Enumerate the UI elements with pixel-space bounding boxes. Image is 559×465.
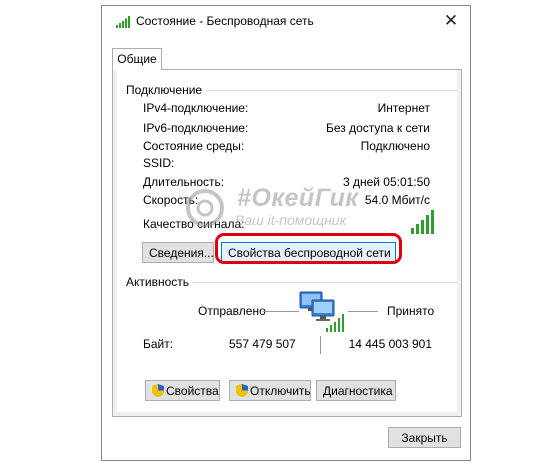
bytes-received-value: 14 445 003 901 — [348, 337, 432, 351]
properties-button-label: Свойства — [166, 384, 219, 398]
bytes-label: Байт: — [143, 337, 174, 351]
close-button[interactable]: Закрыть — [388, 427, 461, 448]
ipv4-value: Интернет — [377, 101, 430, 115]
tab-general[interactable]: Общие — [112, 48, 162, 70]
watermark-logo-icon — [186, 189, 224, 227]
media-state-value: Подключено — [360, 139, 430, 153]
window-title: Состояние - Беспроводная сеть — [136, 14, 314, 28]
diagnose-button[interactable]: Диагностика — [316, 380, 396, 401]
ipv4-label: IPv4-подключение: — [143, 101, 249, 115]
ipv6-label: IPv6-подключение: — [143, 121, 249, 135]
network-computers-icon — [299, 291, 344, 332]
disable-button-label: Отключить — [250, 384, 311, 398]
details-button[interactable]: Сведения... — [142, 242, 214, 263]
connection-heading: Подключение — [126, 83, 207, 97]
signal-strength-icon — [411, 210, 434, 234]
activity-heading: Активность — [126, 275, 194, 289]
ssid-label: SSID: — [143, 156, 175, 170]
sent-label: Отправлено — [198, 304, 266, 318]
shield-icon — [152, 384, 164, 397]
ipv6-value: Без доступа к сети — [326, 121, 430, 135]
disable-button[interactable]: Отключить — [229, 380, 311, 401]
received-label: Принято — [387, 304, 435, 318]
close-icon[interactable]: ✕ — [436, 9, 466, 33]
highlight-annotation — [215, 233, 402, 264]
shield-icon — [236, 384, 248, 397]
properties-button[interactable]: Свойства — [145, 380, 220, 401]
media-state-label: Состояние среды: — [143, 139, 245, 153]
watermark-subtext: Ваш it-помощник — [235, 212, 347, 228]
title-bar[interactable]: Состояние - Беспроводная сеть ✕ — [102, 6, 470, 36]
wifi-signal-icon — [116, 16, 130, 28]
watermark-text: #ОкейГик — [237, 184, 359, 212]
speed-value: 54.0 Мбит/с — [364, 193, 430, 207]
bytes-sent-value: 557 479 507 — [229, 337, 296, 351]
